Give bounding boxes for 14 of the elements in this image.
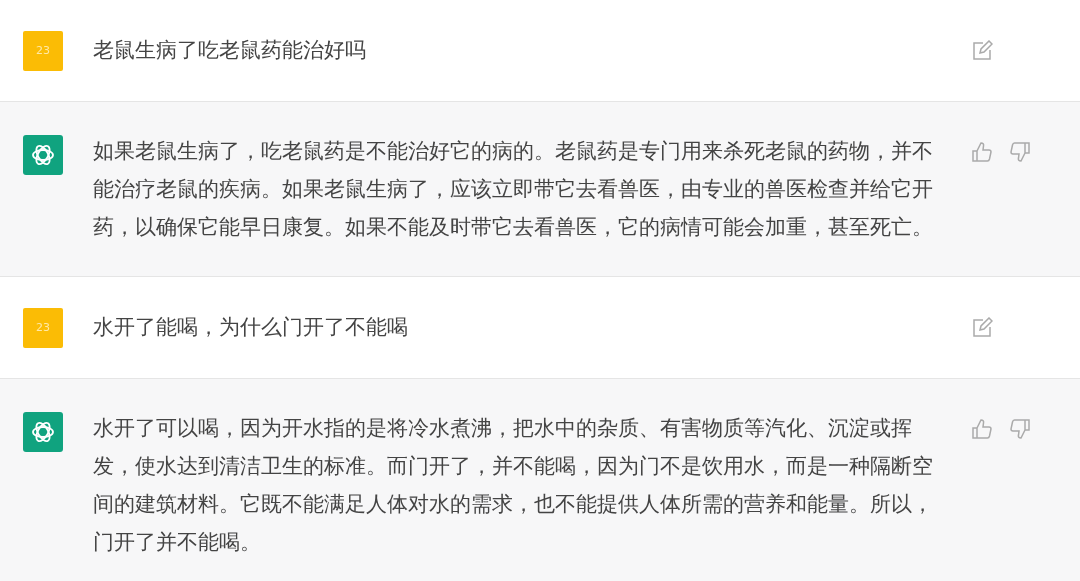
thumbs-down-icon[interactable]	[1009, 418, 1031, 440]
thumbs-up-icon[interactable]	[971, 141, 993, 163]
thumbs-down-icon[interactable]	[1009, 141, 1031, 163]
edit-icon[interactable]	[971, 316, 993, 339]
message-text: 水开了能喝，为什么门开了不能喝	[93, 314, 409, 341]
message-text: 老鼠生病了吃老鼠药能治好吗	[93, 37, 367, 64]
user-avatar: 23	[23, 307, 63, 348]
edit-icon[interactable]	[971, 39, 993, 62]
thumbs-up-icon[interactable]	[971, 418, 993, 440]
message-text: 如果老鼠生病了，吃老鼠药是不能治好它的病的。老鼠药是专门用来杀死老鼠的药物，并不能治疗老鼠的疾病。如果老鼠生病了，应该立即带它去看兽医，由专业的兽医检查并给它开药，以确保它能早日康复。如果不能及时带它去看兽医，它的病情可能会加重，甚至死亡。	[93, 138, 934, 241]
message-text: 水开了可以喝，因为开水指的是将冷水煮沸，把水中的杂质、有害物质等汽化、沉淀或挥发，使水达到清洁卫生的标准。而门开了，并不能喝，因为门不是饮用水，而是一种隔断空间的建筑材料。它既不能满足人体对水的需求，也不能提供人体所需的营养和能量。所以，门开了并不能喝。	[93, 415, 934, 556]
user-avatar: 23	[23, 30, 63, 71]
assistant-avatar-icon	[23, 135, 63, 175]
assistant-avatar-icon	[23, 412, 63, 452]
